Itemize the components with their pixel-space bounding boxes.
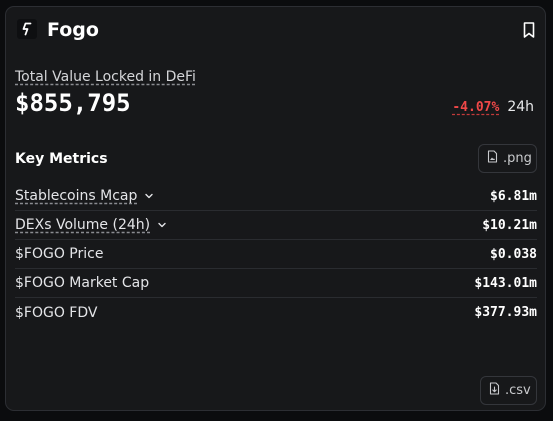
key-metrics-title: Key Metrics — [15, 151, 108, 167]
fogo-logo-icon — [17, 19, 37, 39]
metric-value: $377.93m — [474, 305, 537, 320]
metric-label: $FOGO FDV — [15, 304, 98, 321]
chevron-down-icon[interactable] — [144, 191, 154, 201]
bookmark-icon[interactable] — [521, 21, 537, 39]
metric-label: $FOGO Market Cap — [15, 275, 150, 291]
download-csv-button[interactable]: .csv — [480, 376, 537, 405]
metric-row-dexs-volume[interactable]: DEXs Volume (24h) $10.21m — [15, 211, 537, 240]
metric-value: $6.81m — [490, 188, 537, 204]
metric-value: $143.01m — [474, 275, 537, 291]
metric-row-stablecoins-mcap[interactable]: Stablecoins Mcap $6.81m — [15, 182, 537, 211]
metric-row-fogo-fdv: $FOGO FDV $377.93m — [15, 298, 537, 327]
download-png-label: .png — [503, 151, 532, 166]
tvl-change: -4.07% 24h — [452, 98, 534, 117]
download-png-button[interactable]: .png — [478, 144, 537, 173]
metric-row-fogo-price: $FOGO Price $0.038 — [15, 240, 537, 269]
metric-value: $0.038 — [490, 246, 537, 262]
tvl-label[interactable]: Total Value Locked in DeFi — [15, 68, 196, 86]
page-title: Fogo — [47, 19, 99, 41]
chevron-down-icon[interactable] — [157, 220, 167, 230]
metric-value: $10.21m — [482, 217, 537, 233]
tvl-change-period: 24h — [507, 99, 534, 115]
metric-label: $FOGO Price — [15, 246, 104, 262]
file-image-icon — [487, 150, 498, 167]
chain-overview-card: Fogo Total Value Locked in DeFi $855,795… — [5, 6, 546, 411]
file-download-icon — [489, 382, 500, 399]
key-metrics-list: Stablecoins Mcap $6.81m DEXs Volume (24h… — [15, 182, 537, 327]
metric-label: DEXs Volume (24h) — [15, 217, 151, 233]
tvl-value: $855,795 — [15, 89, 131, 117]
download-csv-label: .csv — [505, 383, 531, 398]
metric-label: Stablecoins Mcap — [15, 188, 138, 204]
tvl-change-value[interactable]: -4.07% — [452, 99, 499, 117]
metric-row-fogo-market-cap: $FOGO Market Cap $143.01m — [15, 269, 537, 298]
